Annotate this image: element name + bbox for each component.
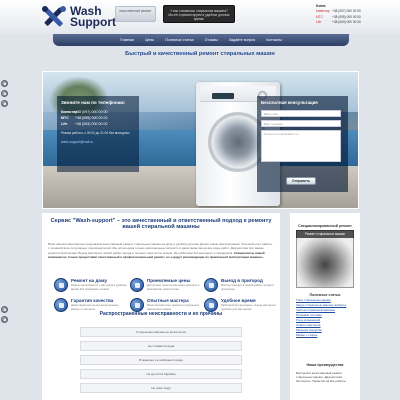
side-share-icon[interactable] xyxy=(1,80,8,87)
name-field[interactable]: Ваше имя xyxy=(261,110,341,117)
nav-item-prices[interactable]: Цены xyxy=(145,38,154,42)
logo-text: Wash Support xyxy=(70,5,116,29)
sidebar-photo[interactable] xyxy=(296,230,354,288)
phone-number[interactable]: +38 (097) 000 00 00 xyxy=(332,9,361,13)
price-icon xyxy=(130,278,144,292)
tagline: Быстрый и качественный ремонт стиральных… xyxy=(125,51,275,57)
fault-item[interactable]: В машинку не набирается вода xyxy=(80,355,242,365)
header-phone-row: Life +38 (063) 000 00 00 xyxy=(316,20,361,26)
sidebar-title-repair: Специализированный ремонт xyxy=(298,224,352,228)
faults-title: Распространенные неисправности и их прич… xyxy=(99,311,223,317)
side-share-icon[interactable] xyxy=(1,100,8,107)
side-share-icon[interactable] xyxy=(1,306,8,313)
phone-number[interactable]: +38 (095) 000 00 00 xyxy=(332,15,361,19)
shield-icon xyxy=(54,298,68,312)
wrench-screwdriver-icon xyxy=(42,6,66,27)
contact-number[interactable]: +38 (063) 000 00 00 xyxy=(75,122,107,126)
main-nav: Главная Цены Полезные статьи Отзывы Зада… xyxy=(53,34,349,46)
fault-item[interactable]: Стиральная машина не включается xyxy=(80,327,242,337)
logo-line2: Support xyxy=(70,15,116,29)
nav-item-reviews[interactable]: Отзывы xyxy=(205,38,218,42)
sidebar-title-advantages: Наши преимущества xyxy=(306,363,344,367)
form-title: Бесплатная консультация xyxy=(261,100,318,105)
header-phones: Киевстар +38 (097) 000 00 00 МТС +38 (095)… xyxy=(316,9,361,26)
content-title: Сервис "Wash-support" – это качественный… xyxy=(50,218,272,231)
fault-item[interactable]: Не сливается вода xyxy=(80,341,242,351)
feature-text: Ремонт выполняется у вас дома в удобное … xyxy=(71,283,127,291)
header-promo-banner: У вас сломалась стиральная машина? Мы её… xyxy=(163,5,235,23)
phone-number[interactable]: +38 (063) 000 00 00 xyxy=(332,20,361,24)
feature-text: Доступные цены на все виды ремонта и бес… xyxy=(147,283,200,291)
fault-item[interactable]: Не греет воду xyxy=(80,383,242,393)
nav-item-articles[interactable]: Полезные статьи xyxy=(165,38,194,42)
sidebar-links: Типы стиральных машин Какую стиральную м… xyxy=(296,298,356,338)
sidebar-photo-caption: Ремонт стиральных машин xyxy=(296,230,354,238)
email-link[interactable]: wash-support@mail.ru xyxy=(61,140,135,144)
consultation-form: Бесплатная консультация Ваше имя Ваш тел… xyxy=(257,96,348,192)
logo[interactable]: Wash Support xyxy=(41,5,116,29)
clock-icon xyxy=(204,298,218,312)
contact-card: Звоните нам по телефонам: Киевстар+38 (0… xyxy=(57,96,139,172)
sidebar: Специализированный ремонт Ремонт стираль… xyxy=(290,213,360,400)
sidebar-title-articles: Полезные статьи xyxy=(309,293,341,297)
car-icon xyxy=(204,278,218,292)
nav-item-ask[interactable]: Задайте вопрос xyxy=(229,38,255,42)
side-share-icon[interactable] xyxy=(1,316,8,323)
contact-number[interactable]: +38 (095) 000 00 00 xyxy=(75,116,107,120)
washer-screen xyxy=(212,93,234,99)
phone-operator: Life xyxy=(316,20,322,24)
working-hours: Режим работы: с 09:00 до 21:00 без выход… xyxy=(61,131,130,135)
contact-line: Life +38 (063) 000 00 00 xyxy=(61,121,135,127)
sidebar-advantages-text: Быстрый и качественный ремонт стиральных… xyxy=(296,371,347,384)
submit-button[interactable]: Отправить xyxy=(286,177,316,185)
home-icon xyxy=(54,278,68,292)
nav-item-contacts[interactable]: Контакты xyxy=(266,38,282,42)
header-city: Киев xyxy=(316,3,326,8)
header-promo-box: качественный ремонт xyxy=(115,6,156,22)
side-share-icon[interactable] xyxy=(1,90,8,97)
feature-text: Мастер приедет в любой район города и пр… xyxy=(221,283,274,291)
contact-card-title: Звоните нам по телефонам: xyxy=(61,100,126,105)
content-text: Всем нашим клиентам мы предлагаем качест… xyxy=(48,242,274,259)
contact-number[interactable]: +38 (097) 000 00 00 xyxy=(75,110,107,114)
message-field[interactable]: Опишите неисправность xyxy=(261,130,341,162)
fault-item[interactable]: Не крутится барабан xyxy=(80,369,242,379)
phone-field[interactable]: Ваш телефон xyxy=(261,120,341,127)
user-icon xyxy=(130,298,144,312)
sidebar-link[interactable]: Мифы о стирке xyxy=(296,333,356,338)
nav-item-home[interactable]: Главная xyxy=(120,38,134,42)
main-content: Сервис "Wash-support" – это качественный… xyxy=(42,213,280,400)
contact-operator: Life xyxy=(61,122,68,126)
hero-banner: Звоните нам по телефонам: Киевстар+38 (0… xyxy=(42,71,359,209)
site-header: Wash Support качественный ремонт У вас с… xyxy=(0,0,400,34)
